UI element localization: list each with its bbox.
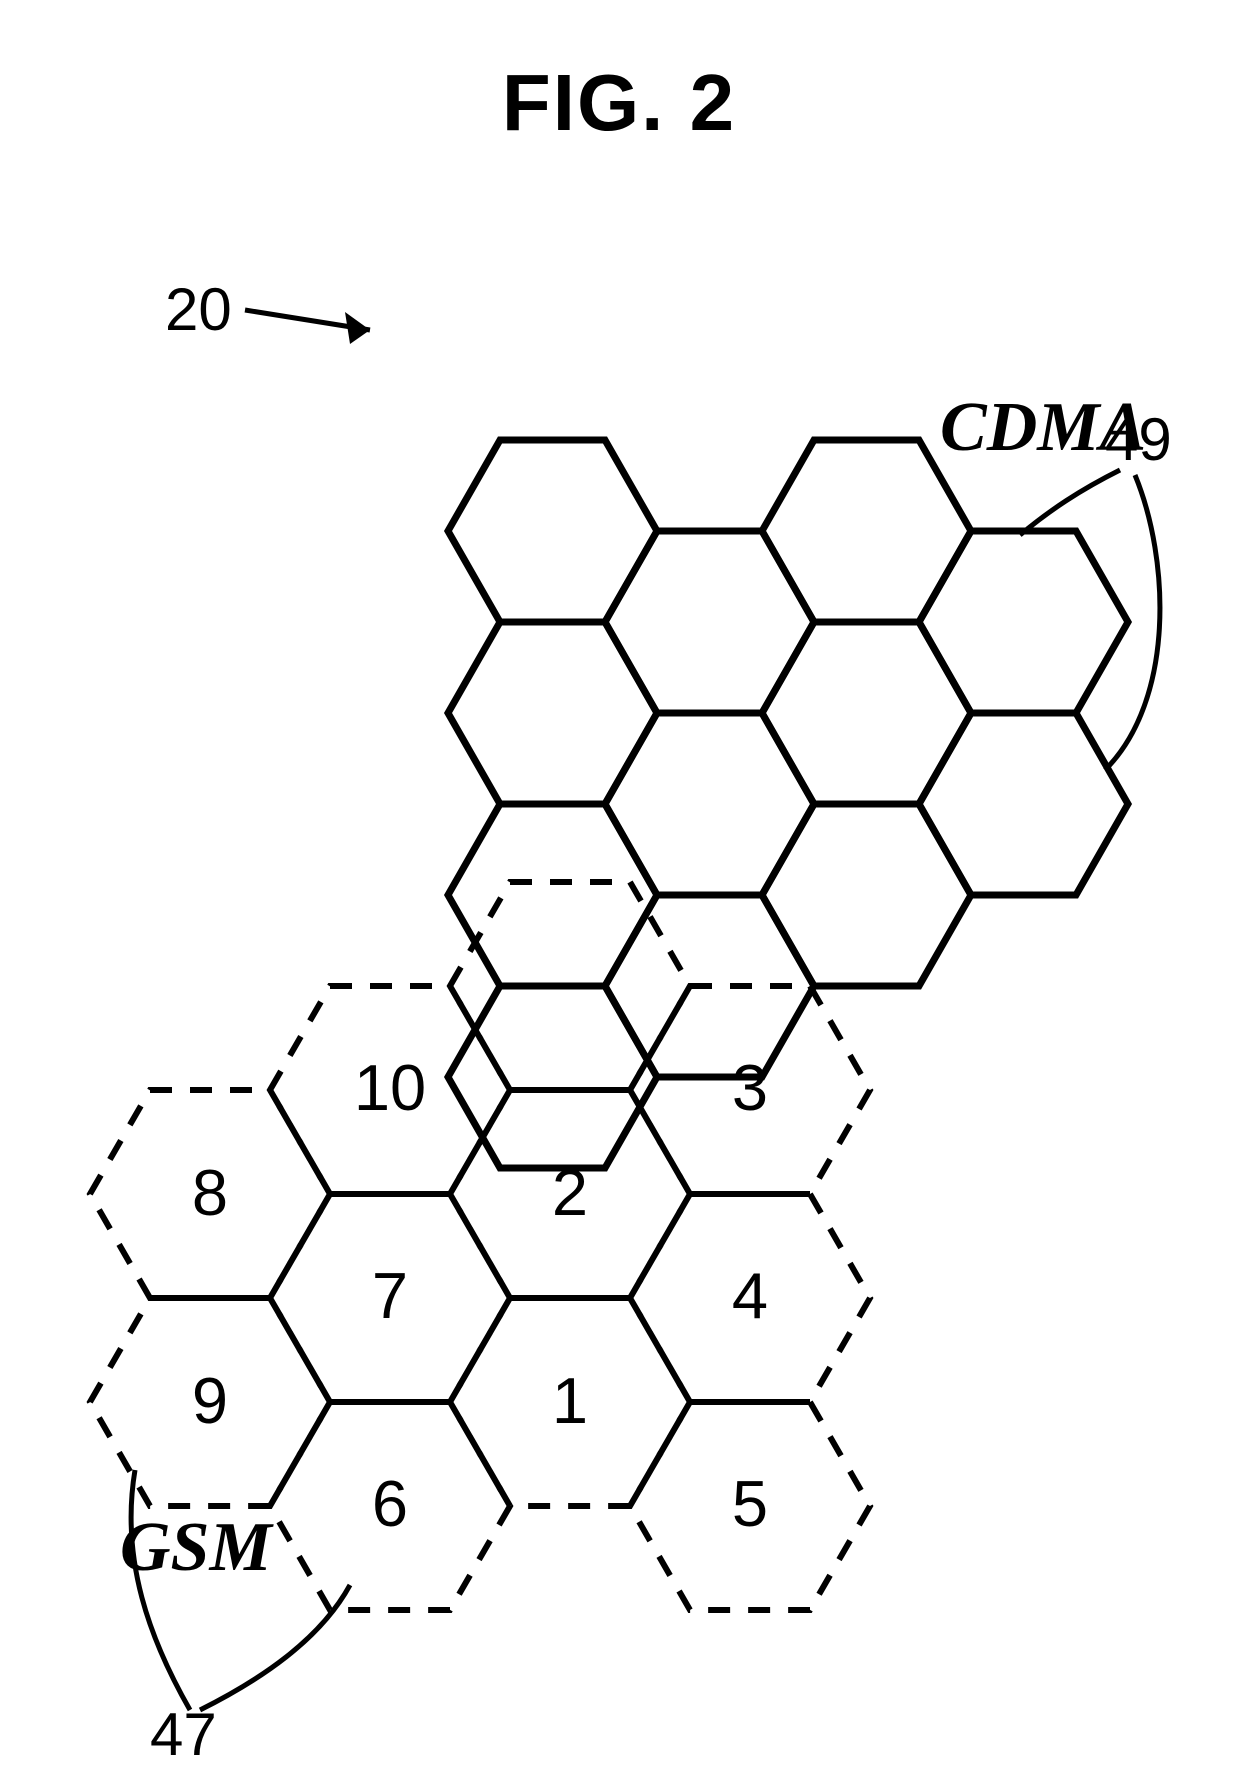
- cell-7-label: 7: [372, 1259, 408, 1332]
- ref-49: 49: [1105, 406, 1172, 473]
- cell-2-label: 2: [552, 1156, 588, 1229]
- cdma-cell: [919, 713, 1128, 895]
- cdma-cell: [762, 804, 971, 986]
- cdma-cell: [448, 622, 657, 804]
- cell-4-label: 4: [732, 1259, 768, 1332]
- figure-title: FIG. 2: [502, 58, 736, 147]
- cdma-grid: [448, 440, 1128, 1168]
- gsm-label: GSM: [120, 1509, 274, 1586]
- ref-20-arrow-head: [345, 312, 370, 344]
- cdma-cell: [762, 440, 971, 622]
- cdma-cell: [762, 622, 971, 804]
- cell-9-label: 9: [192, 1364, 228, 1437]
- gsm-cell-numbers: 8 9 10 7 6 2 1 3 4 5: [192, 1051, 768, 1540]
- cell-1-label: 1: [552, 1364, 588, 1437]
- cdma-cell: [448, 440, 657, 622]
- cdma-cell: [605, 531, 814, 713]
- ref-20: 20: [165, 276, 232, 343]
- ref-49-leader-2: [1105, 475, 1160, 770]
- cell-8-label: 8: [192, 1156, 228, 1229]
- ref-47: 47: [150, 1701, 217, 1768]
- cell-10-label: 10: [354, 1051, 426, 1124]
- cdma-cell: [448, 804, 657, 986]
- cell-3-label: 3: [732, 1051, 768, 1124]
- cell-6-label: 6: [372, 1467, 408, 1540]
- cdma-cell: [919, 531, 1128, 713]
- cdma-cell: [605, 713, 814, 895]
- cell-5-label: 5: [732, 1467, 768, 1540]
- figure-diagram: FIG. 2 20: [0, 0, 1238, 1790]
- ref-49-leader-1: [1020, 470, 1120, 535]
